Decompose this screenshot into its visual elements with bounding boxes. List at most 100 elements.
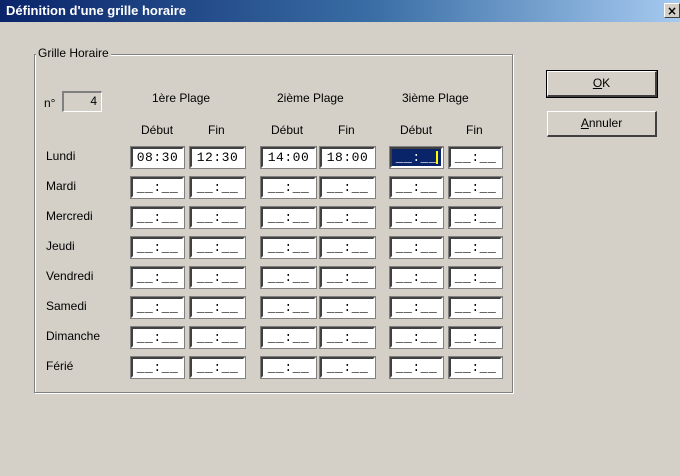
time-field-5-plage1-debut[interactable]: __:__ (131, 297, 184, 318)
dialog-window: Définition d'une grille horaire × Grille… (0, 0, 680, 476)
time-field-3-plage3-fin[interactable]: __:__ (449, 237, 502, 258)
time-field-value: __:__ (454, 150, 497, 165)
time-field-value: __:__ (395, 150, 438, 165)
time-field-6-plage1-fin[interactable]: __:__ (190, 327, 245, 348)
time-field-1-plage1-fin[interactable]: __:__ (190, 177, 245, 198)
time-field-7-plage1-fin[interactable]: __:__ (190, 357, 245, 378)
time-field-1-plage1-debut[interactable]: __:__ (131, 177, 184, 198)
time-field-value: __:__ (326, 330, 369, 345)
time-field-2-plage1-fin[interactable]: __:__ (190, 207, 245, 228)
window-title: Définition d'une grille horaire (6, 3, 187, 18)
time-field-2-plage2-debut[interactable]: __:__ (261, 207, 316, 228)
time-field-3-plage3-debut[interactable]: __:__ (390, 237, 443, 258)
time-field-value: __:__ (395, 360, 438, 375)
time-field-value: __:__ (136, 270, 179, 285)
time-field-value: __:__ (196, 360, 239, 375)
time-field-1-plage3-fin[interactable]: __:__ (449, 177, 502, 198)
time-field-6-plage2-fin[interactable]: __:__ (320, 327, 375, 348)
time-field-4-plage3-fin[interactable]: __:__ (449, 267, 502, 288)
time-field-5-plage1-fin[interactable]: __:__ (190, 297, 245, 318)
plage-1-fin-header: Fin (208, 123, 225, 137)
time-field-2-plage2-fin[interactable]: __:__ (320, 207, 375, 228)
time-field-7-plage2-debut[interactable]: __:__ (261, 357, 316, 378)
time-field-0-plage3-fin[interactable]: __:__ (449, 147, 502, 168)
time-field-value: __:__ (196, 270, 239, 285)
ok-mnemonic: O (592, 76, 603, 90)
time-field-value: __:__ (454, 240, 497, 255)
time-field-value: __:__ (267, 300, 310, 315)
time-field-value: __:__ (267, 330, 310, 345)
time-field-value: __:__ (136, 330, 179, 345)
time-field-0-plage1-debut[interactable]: 08:30 (131, 147, 184, 168)
time-field-2-plage1-debut[interactable]: __:__ (131, 207, 184, 228)
time-field-0-plage3-debut[interactable]: __:__ (390, 147, 443, 168)
time-field-value: __:__ (454, 330, 497, 345)
time-field-6-plage3-fin[interactable]: __:__ (449, 327, 502, 348)
time-field-0-plage1-fin[interactable]: 12:30 (190, 147, 245, 168)
time-field-4-plage2-fin[interactable]: __:__ (320, 267, 375, 288)
time-field-value: __:__ (196, 210, 239, 225)
day-label-2: Mercredi (46, 209, 93, 223)
time-field-value: 18:00 (326, 150, 369, 165)
cancel-button[interactable]: Annuler (547, 111, 657, 137)
number-label: n° (44, 96, 56, 110)
day-label-3: Jeudi (46, 239, 75, 253)
time-field-value: __:__ (454, 270, 497, 285)
time-field-value: __:__ (326, 180, 369, 195)
cancel-mnemonic: A (580, 116, 589, 130)
time-field-4-plage1-fin[interactable]: __:__ (190, 267, 245, 288)
day-label-7: Férié (46, 359, 74, 373)
time-field-value: __:__ (326, 210, 369, 225)
text-cursor (436, 151, 438, 164)
time-field-3-plage1-debut[interactable]: __:__ (131, 237, 184, 258)
time-field-3-plage2-fin[interactable]: __:__ (320, 237, 375, 258)
plage-3-header: 3ième Plage (402, 91, 469, 105)
time-field-0-plage2-debut[interactable]: 14:00 (261, 147, 316, 168)
time-field-3-plage1-fin[interactable]: __:__ (190, 237, 245, 258)
time-field-value: __:__ (196, 180, 239, 195)
close-icon[interactable]: × (664, 3, 680, 18)
time-field-value: __:__ (454, 210, 497, 225)
time-field-value: __:__ (267, 180, 310, 195)
time-field-value: __:__ (196, 330, 239, 345)
time-field-value: __:__ (454, 360, 497, 375)
time-field-value: __:__ (196, 300, 239, 315)
time-field-value: __:__ (395, 270, 438, 285)
time-field-7-plage3-debut[interactable]: __:__ (390, 357, 443, 378)
time-field-5-plage3-debut[interactable]: __:__ (390, 297, 443, 318)
time-field-4-plage2-debut[interactable]: __:__ (261, 267, 316, 288)
time-field-5-plage3-fin[interactable]: __:__ (449, 297, 502, 318)
plage-3-fin-header: Fin (466, 123, 483, 137)
time-field-1-plage2-fin[interactable]: __:__ (320, 177, 375, 198)
time-field-2-plage3-fin[interactable]: __:__ (449, 207, 502, 228)
time-field-5-plage2-fin[interactable]: __:__ (320, 297, 375, 318)
time-field-value: __:__ (395, 300, 438, 315)
time-field-value: __:__ (326, 360, 369, 375)
time-field-value: __:__ (454, 300, 497, 315)
time-field-6-plage3-debut[interactable]: __:__ (390, 327, 443, 348)
time-field-5-plage2-debut[interactable]: __:__ (261, 297, 316, 318)
time-field-value: __:__ (395, 210, 438, 225)
time-field-1-plage2-debut[interactable]: __:__ (261, 177, 316, 198)
day-label-4: Vendredi (46, 269, 94, 283)
time-field-7-plage2-fin[interactable]: __:__ (320, 357, 375, 378)
time-field-2-plage3-debut[interactable]: __:__ (390, 207, 443, 228)
ok-label-rest: K (602, 76, 611, 90)
time-field-value: __:__ (267, 360, 310, 375)
time-field-value: __:__ (395, 180, 438, 195)
plage-2-header: 2ième Plage (277, 91, 344, 105)
ok-button[interactable]: OK (546, 70, 658, 98)
time-field-7-plage1-debut[interactable]: __:__ (131, 357, 184, 378)
time-field-3-plage2-debut[interactable]: __:__ (261, 237, 316, 258)
plage-2-fin-header: Fin (338, 123, 355, 137)
time-field-4-plage3-debut[interactable]: __:__ (390, 267, 443, 288)
time-field-1-plage3-debut[interactable]: __:__ (390, 177, 443, 198)
time-field-0-plage2-fin[interactable]: 18:00 (320, 147, 375, 168)
time-field-value: __:__ (326, 300, 369, 315)
time-field-6-plage2-debut[interactable]: __:__ (261, 327, 316, 348)
time-field-value: 08:30 (136, 150, 179, 165)
time-field-6-plage1-debut[interactable]: __:__ (131, 327, 184, 348)
title-bar[interactable]: Définition d'une grille horaire × (0, 0, 680, 22)
time-field-4-plage1-debut[interactable]: __:__ (131, 267, 184, 288)
time-field-7-plage3-fin[interactable]: __:__ (449, 357, 502, 378)
